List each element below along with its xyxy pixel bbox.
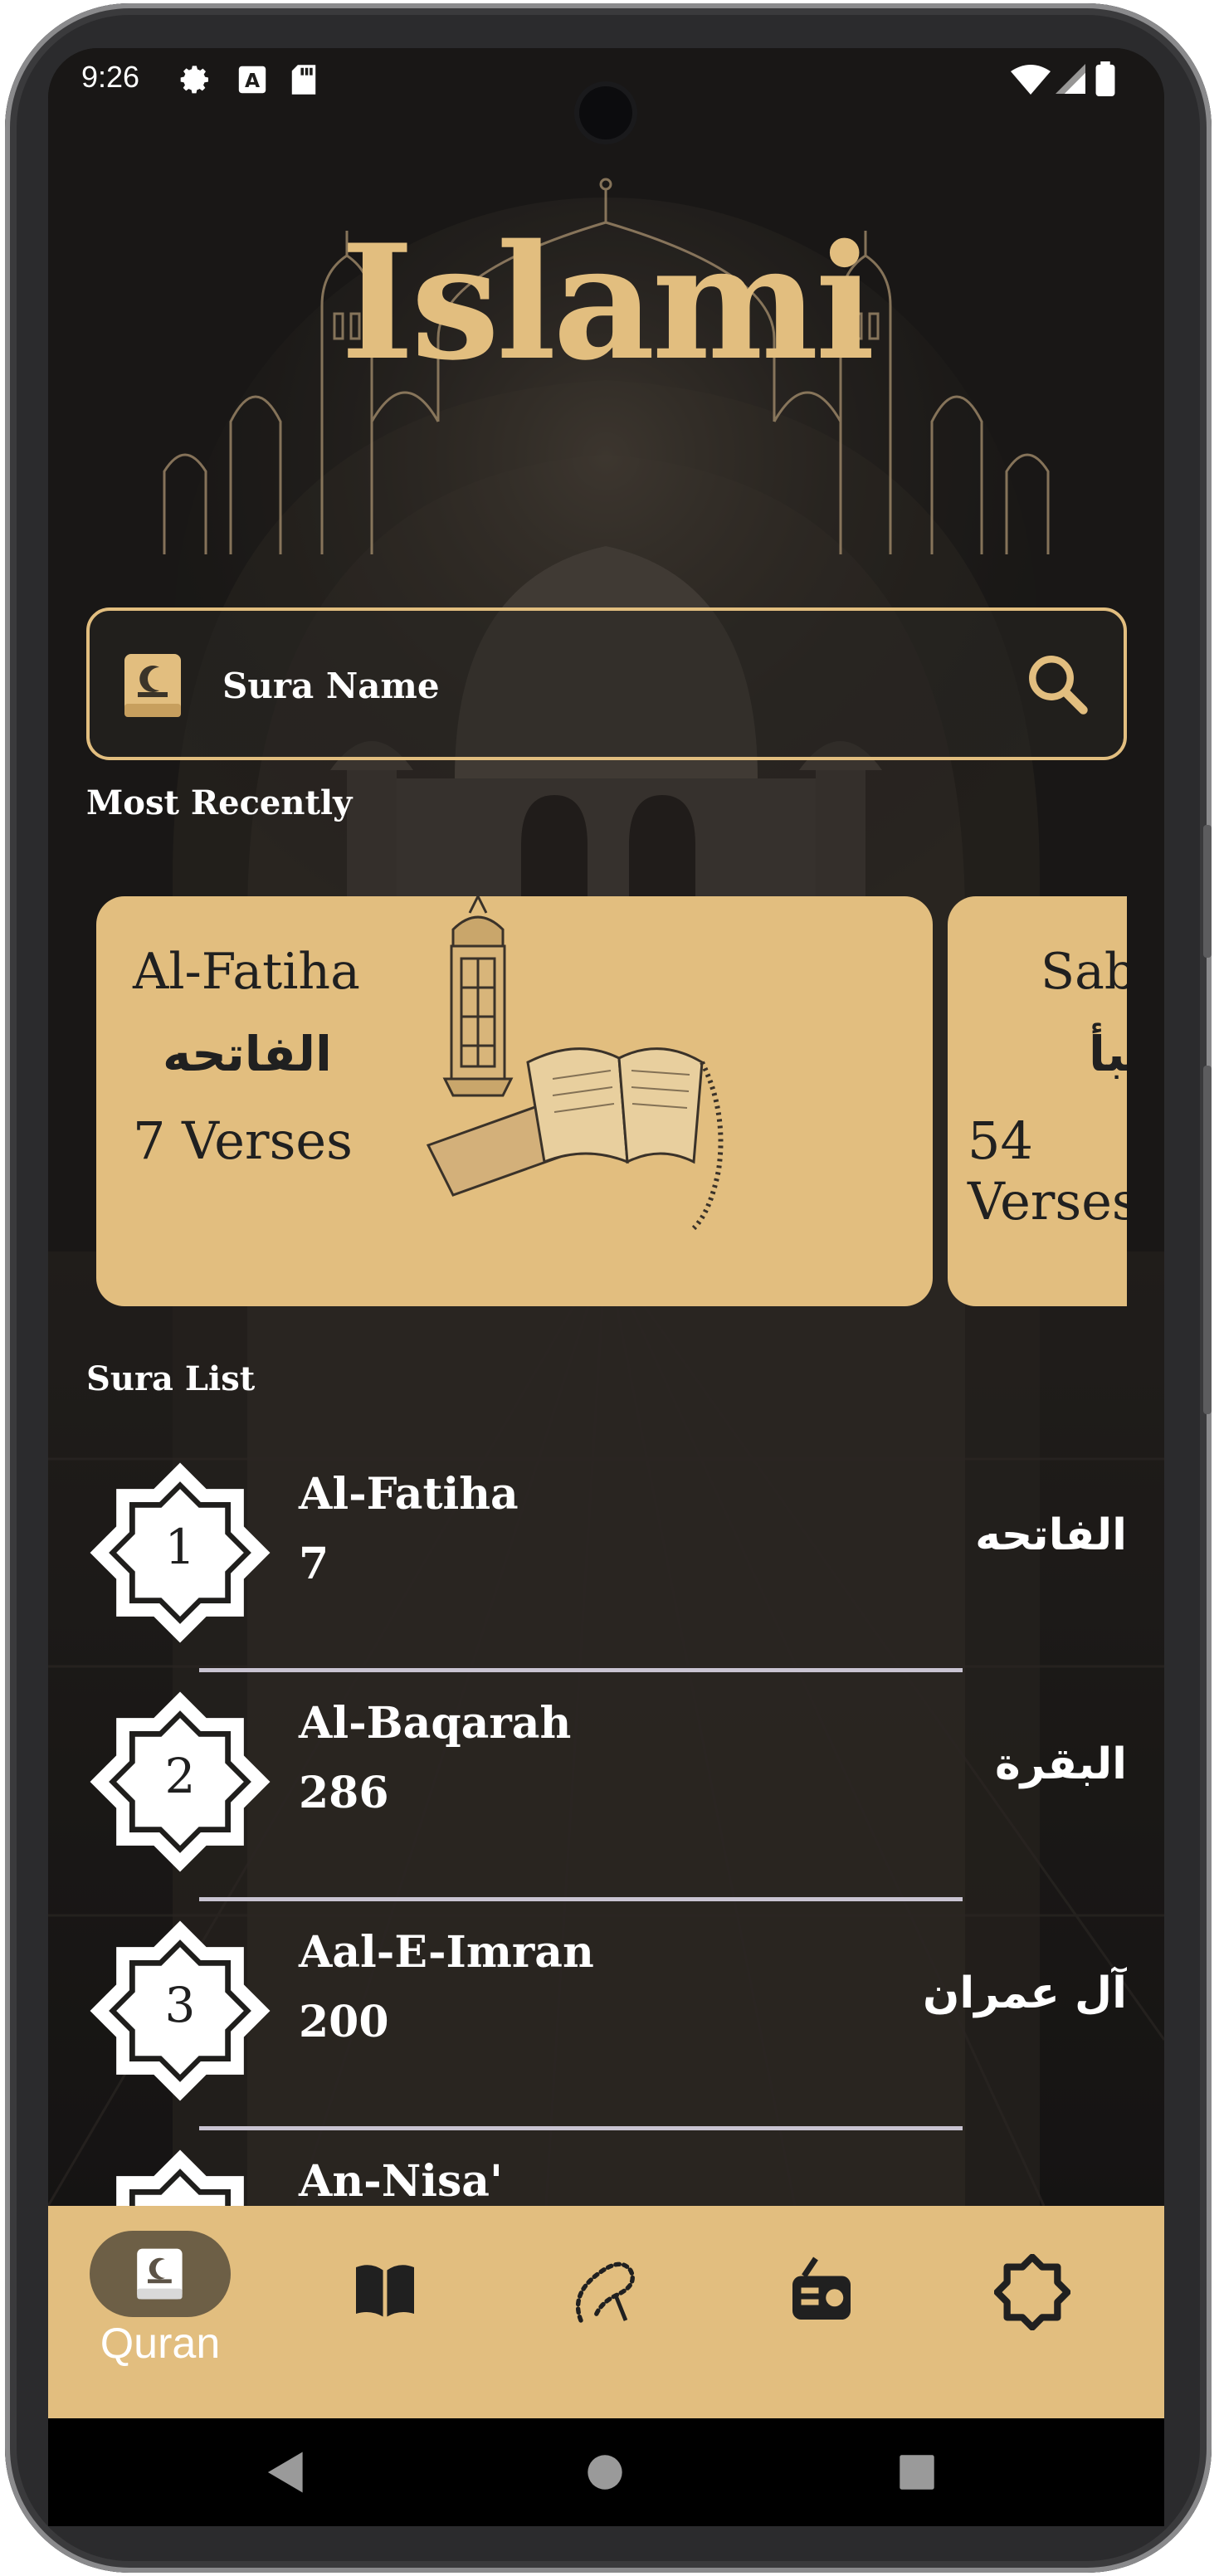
most-recently-title: Most Recently [86,783,353,822]
divider [199,1897,963,1901]
sura-verses: 7 [299,1539,329,1589]
svg-text:A: A [245,69,260,92]
recent-card[interactable]: Al-Fatiha الفاتحه 7 Verses [96,896,933,1306]
recent-card-name-en: Saba [1041,943,1127,1001]
power-button [1203,825,1212,958]
sebha-icon [575,2261,635,2323]
sura-verses: 200 [299,1997,389,2047]
sura-number: 2 [164,1748,196,1804]
nav-item-hadith[interactable] [305,2206,471,2418]
system-navigation-bar [48,2418,1164,2526]
recent-card-name-ar: الفاتحه [163,1026,332,1082]
time-icon [994,2254,1070,2330]
sd-card-icon [291,65,316,95]
nav-item-time[interactable] [944,2206,1110,2418]
sura-name-en: Al-Fatiha [299,1469,519,1520]
sura-name-ar: البقرة [994,1739,1127,1789]
signal-icon [1056,64,1085,94]
search-input[interactable] [222,654,969,717]
sura-number: 1 [164,1519,196,1575]
recents-icon[interactable] [898,2453,936,2491]
sura-name-ar: الفاتحه [975,1510,1127,1560]
sura-number-star-icon [116,2149,244,2208]
settings-icon [180,66,208,94]
recent-card-verses: 54 Verses [968,1110,1127,1232]
divider [199,2126,963,2130]
sura-number: 3 [164,1977,196,2033]
quran-lantern-illustration [426,896,724,1231]
status-time: 9:26 [81,60,140,94]
sura-name-en: Al-Baqarah [299,1698,572,1749]
nav-label-quran: Quran [100,2320,221,2368]
bottom-navigation: Quran [48,2206,1164,2418]
nav-item-radio[interactable] [737,2206,903,2418]
sura-list[interactable]: 1 Al-Fatiha 7 الفاتحه 2 Al-Baqarah 286 ا… [86,1459,1127,2208]
front-camera [579,86,632,139]
search-bar[interactable] [86,607,1127,760]
sura-name-en: An-Nisa' [299,2156,503,2207]
quran-icon [137,2248,183,2300]
sura-list-title: Sura List [86,1359,256,1398]
battery-icon [1095,61,1115,96]
app-logo: Islami [340,210,875,395]
radio-icon [792,2256,851,2320]
recent-card-name-en: Al-Fatiha [133,943,360,1001]
sura-name-en: Aal-E-Imran [299,1927,594,1978]
recent-card[interactable]: Saba سبأ 54 Verses [948,896,1127,1306]
recent-card-verses: 7 Verses [133,1110,353,1171]
most-recently-list[interactable]: Al-Fatiha الفاتحه 7 Verses Sab بأ 54 Ver… [86,886,1127,1310]
sura-list-item[interactable]: 2 Al-Baqarah 286 البقرة [86,1688,1127,1917]
divider [199,1668,963,1672]
sura-list-item[interactable]: 3 Aal-E-Imran 200 آل عمران [86,1917,1127,2146]
search-icon[interactable] [1022,649,1092,719]
quran-book-icon [124,654,181,717]
a-icon: A [238,66,266,94]
sura-verses: 286 [299,1768,389,1818]
wifi-icon [1011,65,1051,95]
recent-card-name-ar: سبأ [1089,1026,1127,1082]
volume-button [1203,1066,1212,1414]
hadith-book-icon [356,2265,414,2317]
back-icon[interactable] [266,2450,307,2495]
nav-item-quran[interactable]: Quran [90,2206,256,2418]
nav-item-sebha[interactable] [521,2206,687,2418]
sura-name-ar: آل عمران [923,1969,1127,2018]
sura-list-item[interactable]: 4 An-Nisa' [86,2146,1127,2208]
sura-list-item[interactable]: 1 Al-Fatiha 7 الفاتحه [86,1459,1127,1688]
home-icon[interactable] [586,2453,624,2491]
app-screen: 9:26 A Islami Sura Name Most Recently Al… [48,48,1164,2418]
